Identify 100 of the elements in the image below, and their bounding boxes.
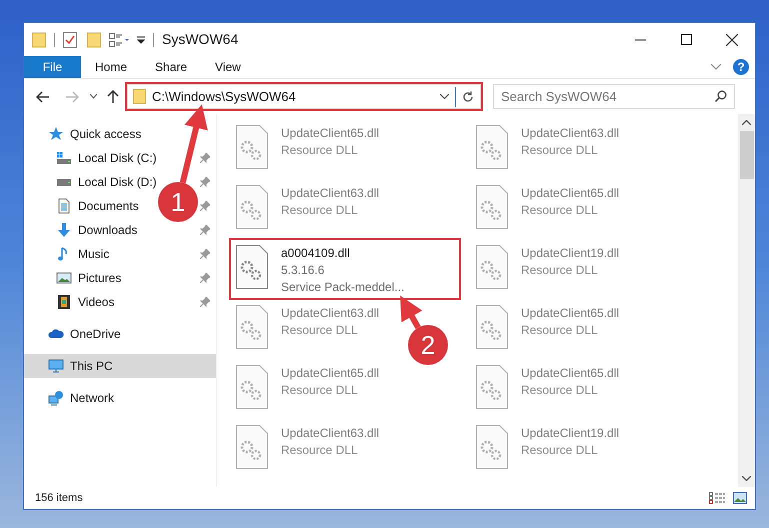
file-detail: Resource DLL [281,202,359,219]
help-button[interactable]: ? [733,59,749,75]
dropdown-caret-icon[interactable] [440,94,449,99]
pin-icon[interactable] [200,201,210,211]
search-icon [715,90,727,102]
picture-icon [56,270,72,286]
file-item[interactable]: UpdateClient65.dll Resource DLL [471,300,622,358]
file-gears-icon [476,245,508,289]
file-gears-icon [476,125,508,169]
file-name: UpdateClient19.dll [521,245,620,262]
scrollbar[interactable] [738,114,755,487]
details-view-icon[interactable] [709,492,725,504]
file-name: UpdateClient63.dll [281,305,380,322]
pin-icon[interactable] [200,297,210,307]
drive-icon [56,178,72,186]
file-item[interactable]: UpdateClient65.dll Resource DLL [231,120,382,178]
file-item[interactable]: UpdateClient65.dll Resource DLL [231,360,382,418]
computer-icon [48,358,64,374]
pin-icon[interactable] [200,177,210,187]
folder-icon[interactable] [32,32,46,48]
nav-item[interactable]: Local Disk (D:) [56,173,157,191]
step-badge: 2 [408,325,448,365]
annotation-arrow [400,296,422,330]
file-detail: Resource DLL [521,382,599,399]
file-name: UpdateClient19.dll [521,425,620,442]
nav-item[interactable]: Network [48,389,114,407]
pin-icon[interactable] [200,273,210,283]
file-item[interactable]: UpdateClient65.dll Resource DLL [471,360,622,418]
nav-item[interactable]: Videos [56,293,114,311]
file-detail: Resource DLL [281,382,359,399]
minimize-icon [634,38,646,40]
new-folder-icon[interactable] [87,32,101,48]
folder-icon [133,89,146,104]
properties-icon[interactable] [63,32,77,48]
file-item[interactable]: UpdateClient63.dll Resource DLL [231,180,382,238]
file-name: UpdateClient65.dll [521,365,620,382]
nav-item[interactable]: Local Disk (C:) [56,149,157,167]
file-gears-icon [476,365,508,409]
nav-item[interactable]: Music [56,245,110,263]
nav-item[interactable]: Quick access [48,125,142,143]
nav-item[interactable]: OneDrive [48,325,121,343]
nav-item[interactable]: This PC [48,357,113,375]
recent-caret-icon[interactable] [90,94,97,99]
file-detail: Resource DLL [521,262,599,279]
file-detail: Service Pack-meddel... [281,279,404,296]
scroll-up-icon[interactable] [742,120,751,125]
file-item[interactable]: UpdateClient63.dll Resource DLL [231,420,382,478]
view-options-icon[interactable] [109,32,131,46]
nav-item[interactable]: Documents [56,197,139,215]
file-detail: Resource DLL [281,442,359,459]
up-arrow-icon[interactable] [107,90,119,103]
ribbon-tab[interactable]: Home [81,56,142,78]
file-name: UpdateClient65.dll [521,185,620,202]
pin-icon[interactable] [200,249,210,259]
nav-item[interactable]: Pictures [56,269,122,287]
file-gears-icon [236,125,268,169]
window-title: SysWOW64 [162,30,238,49]
scroll-down-icon[interactable] [742,476,751,481]
file-gears-icon [476,425,508,469]
star-icon [48,126,64,142]
file-detail: Resource DLL [281,322,359,339]
file-detail: Resource DLL [521,442,599,459]
address-bar[interactable]: C:\Windows\SysWOW64 [127,84,481,109]
ribbon-tab[interactable]: View [201,56,255,78]
expand-ribbon-icon[interactable] [711,64,721,70]
file-name: UpdateClient63.dll [521,125,620,142]
file-gears-icon [236,425,268,469]
video-icon [56,294,72,310]
file-name: UpdateClient65.dll [281,365,380,382]
file-menu-button[interactable]: File [24,56,81,78]
file-gears-icon [236,365,268,409]
file-item[interactable]: UpdateClient63.dll Resource DLL [471,120,622,178]
nav-item[interactable]: Downloads [56,221,138,239]
file-detail: Resource DLL [281,142,359,159]
search-field[interactable]: Search SysWOW64 [493,84,735,109]
close-icon [726,34,738,46]
file-item[interactable]: UpdateClient63.dll Resource DLL [231,300,382,358]
document-icon [56,198,72,214]
item-count: 156 items [35,490,83,506]
scrollbar-thumb[interactable] [740,131,754,179]
dropdown-icon[interactable] [137,36,145,44]
file-name: UpdateClient65.dll [281,125,380,142]
file-detail: 5.3.16.6 [281,262,326,279]
file-item[interactable]: UpdateClient65.dll Resource DLL [471,180,622,238]
download-icon [56,222,72,238]
file-name: UpdateClient63.dll [281,425,380,442]
forward-arrow-icon[interactable] [66,90,79,102]
file-item[interactable]: UpdateClient19.dll Resource DLL [471,420,622,478]
refresh-icon[interactable] [462,90,474,102]
file-name: UpdateClient65.dll [521,305,620,322]
file-gears-icon [236,185,268,229]
ribbon-tab[interactable]: Share [141,56,202,78]
back-arrow-icon[interactable] [36,90,49,102]
large-icons-view-icon[interactable] [733,492,747,504]
pin-icon[interactable] [200,225,210,235]
file-item[interactable]: UpdateClient19.dll Resource DLL [471,240,622,298]
pin-icon[interactable] [200,153,210,163]
file-detail: Resource DLL [521,322,599,339]
file-item[interactable]: a0004109.dll 5.3.16.6 Service Pack-meddel... [231,240,459,298]
file-gears-icon [476,185,508,229]
